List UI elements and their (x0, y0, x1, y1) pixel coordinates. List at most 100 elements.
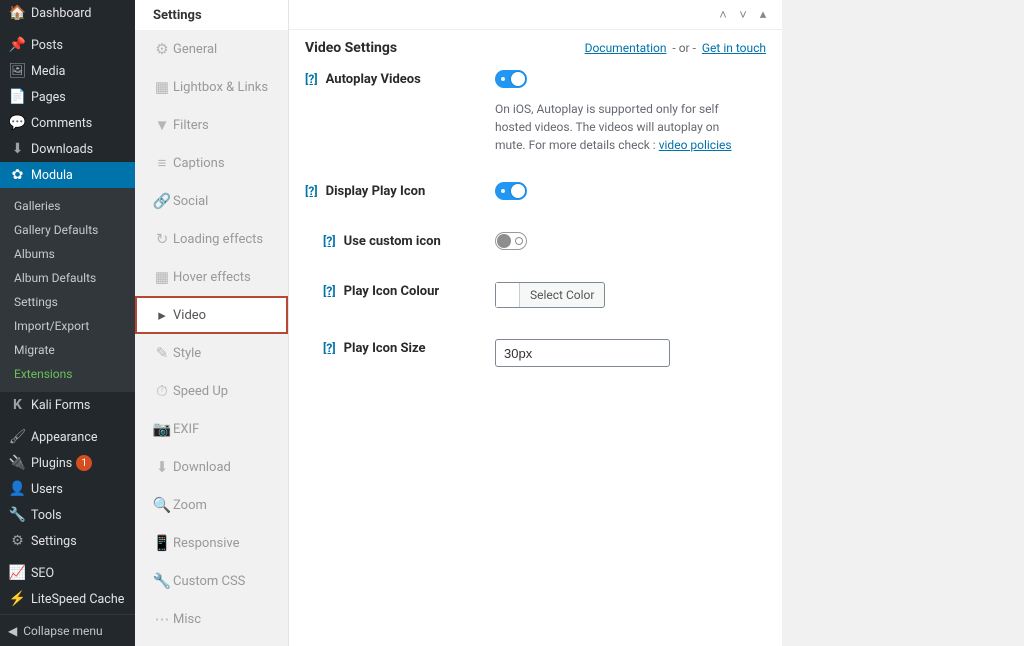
setting-display-play-icon: [?] Display Play Icon (289, 182, 782, 232)
menu-label: Appearance (31, 430, 98, 445)
autoplay-toggle[interactable] (495, 70, 527, 88)
submenu-migrate[interactable]: Migrate (0, 338, 135, 362)
submenu-gallery-defaults[interactable]: Gallery Defaults (0, 218, 135, 242)
tab-lightbox[interactable]: ▦ Lightbox & Links (135, 68, 288, 106)
menu-item-dashboard[interactable]: 🏠 Dashboard (0, 0, 135, 26)
modula-icon: ✿ (8, 167, 27, 183)
menu-item-appearance[interactable]: 🖌 Appearance (0, 424, 135, 450)
menu-item-downloads[interactable]: ⬇ Downloads (0, 136, 135, 162)
help-icon[interactable]: [?] (305, 184, 318, 198)
setting-description: On iOS, Autoplay is supported only for s… (495, 100, 745, 154)
help-icon[interactable]: [?] (323, 234, 336, 248)
submenu-album-defaults[interactable]: Album Defaults (0, 266, 135, 290)
menu-label: Dashboard (31, 6, 91, 21)
menu-label: Users (31, 482, 63, 497)
menu-item-pages[interactable]: 📄 Pages (0, 84, 135, 110)
settings-panel-title: Settings (135, 0, 288, 30)
menu-label: Comments (31, 116, 92, 131)
get-in-touch-link[interactable]: Get in touch (702, 41, 766, 55)
tools-icon: 🔧 (8, 507, 27, 523)
play-icon-size-input[interactable] (495, 339, 670, 367)
panel-up-button[interactable]: ˄ (714, 6, 732, 24)
collapse-icon: ◀ (8, 624, 17, 638)
wrench-icon: 🔧 (151, 572, 173, 590)
menu-item-seo[interactable]: 📈 SEO (0, 560, 135, 586)
panel-section-title: Video Settings (305, 40, 397, 56)
grid-icon: ▦ (151, 78, 173, 96)
setting-play-icon-size: [?] Play Icon Size (289, 339, 782, 395)
tab-hover-effects[interactable]: ▦ Hover effects (135, 258, 288, 296)
menu-item-litespeed[interactable]: ⚡ LiteSpeed Cache (0, 586, 135, 612)
tab-label: Style (173, 346, 201, 361)
menu-label: Media (31, 64, 65, 79)
tab-speed-up[interactable]: ⏱ Speed Up (135, 372, 288, 410)
help-icon[interactable]: [?] (305, 72, 318, 86)
panel-collapse-button[interactable]: ▴ (754, 6, 772, 24)
submenu-settings[interactable]: Settings (0, 290, 135, 314)
tab-label: Responsive (173, 536, 240, 551)
menu-item-kali-forms[interactable]: K Kali Forms (0, 392, 135, 418)
select-color-button[interactable]: Select Color (495, 282, 605, 308)
menu-label: Modula (31, 168, 73, 183)
custom-icon-toggle[interactable] (495, 232, 527, 250)
menu-item-media[interactable]: 🖼 Media (0, 58, 135, 84)
tab-label: Misc (173, 612, 201, 627)
menu-item-modula[interactable]: ✿ Modula (0, 162, 135, 188)
tab-exif[interactable]: 📷 EXIF (135, 410, 288, 448)
setting-label: Play Icon Size (344, 341, 426, 356)
menu-item-users[interactable]: 👤 Users (0, 476, 135, 502)
pin-icon: 📌 (8, 37, 27, 53)
seo-icon: 📈 (8, 565, 27, 581)
tab-captions[interactable]: ≡ Captions (135, 144, 288, 182)
style-icon: ✎ (151, 344, 173, 362)
tab-loading-effects[interactable]: ↻ Loading effects (135, 220, 288, 258)
appearance-icon: 🖌 (8, 429, 27, 445)
admin-sidebar: 🏠 Dashboard 📌 Posts 🖼 Media 📄 Pages 💬 Co… (0, 0, 135, 646)
tab-label: Zoom (173, 498, 207, 513)
panel-down-button[interactable]: ˅ (734, 6, 752, 24)
menu-item-comments[interactable]: 💬 Comments (0, 110, 135, 136)
plugins-update-badge: 1 (76, 455, 92, 471)
tab-label: EXIF (173, 422, 199, 437)
tab-responsive[interactable]: 📱 Responsive (135, 524, 288, 562)
camera-icon: 📷 (151, 420, 173, 438)
comments-icon: 💬 (8, 115, 27, 131)
collapse-menu-button[interactable]: ◀ Collapse menu (0, 614, 135, 646)
help-icon[interactable]: [?] (323, 284, 336, 298)
setting-label: Autoplay Videos (326, 72, 421, 87)
tab-filters[interactable]: ▼ Filters (135, 106, 288, 144)
menu-label: Posts (31, 38, 63, 53)
submenu-galleries[interactable]: Galleries (0, 194, 135, 218)
users-icon: 👤 (8, 481, 27, 497)
tab-label: Download (173, 460, 231, 475)
litespeed-icon: ⚡ (8, 591, 27, 607)
menu-item-settings[interactable]: ⚙ Settings (0, 528, 135, 554)
tab-label: Hover effects (173, 270, 251, 285)
collapse-label: Collapse menu (23, 624, 102, 638)
tab-misc[interactable]: ⋯ Misc (135, 600, 288, 638)
tab-style[interactable]: ✎ Style (135, 334, 288, 372)
settings-tabs: Settings ⚙ General ▦ Lightbox & Links ▼ … (135, 0, 289, 646)
tab-social[interactable]: 🔗 Social (135, 182, 288, 220)
settings-icon: ⚙ (8, 533, 27, 549)
tab-download[interactable]: ⬇ Download (135, 448, 288, 486)
help-icon[interactable]: [?] (323, 341, 336, 355)
tab-custom-css[interactable]: 🔧 Custom CSS (135, 562, 288, 600)
tab-zoom[interactable]: 🔍 Zoom (135, 486, 288, 524)
tab-video[interactable]: ▸ Video (135, 296, 288, 334)
tab-general[interactable]: ⚙ General (135, 30, 288, 68)
menu-item-posts[interactable]: 📌 Posts (0, 32, 135, 58)
submenu-albums[interactable]: Albums (0, 242, 135, 266)
display-play-icon-toggle[interactable] (495, 182, 527, 200)
gear-icon: ⚙ (151, 40, 173, 58)
menu-item-plugins[interactable]: 🔌 Plugins 1 (0, 450, 135, 476)
main-panel: ˄ ˅ ▴ Video Settings Documentation - or … (289, 0, 782, 646)
documentation-link[interactable]: Documentation (585, 41, 667, 55)
hover-icon: ▦ (151, 268, 173, 286)
menu-item-tools[interactable]: 🔧 Tools (0, 502, 135, 528)
submenu-extensions[interactable]: Extensions (0, 362, 135, 386)
submenu-import-export[interactable]: Import/Export (0, 314, 135, 338)
captions-icon: ≡ (151, 154, 173, 172)
video-policies-link[interactable]: video policies (659, 138, 732, 152)
pages-icon: 📄 (8, 89, 27, 105)
